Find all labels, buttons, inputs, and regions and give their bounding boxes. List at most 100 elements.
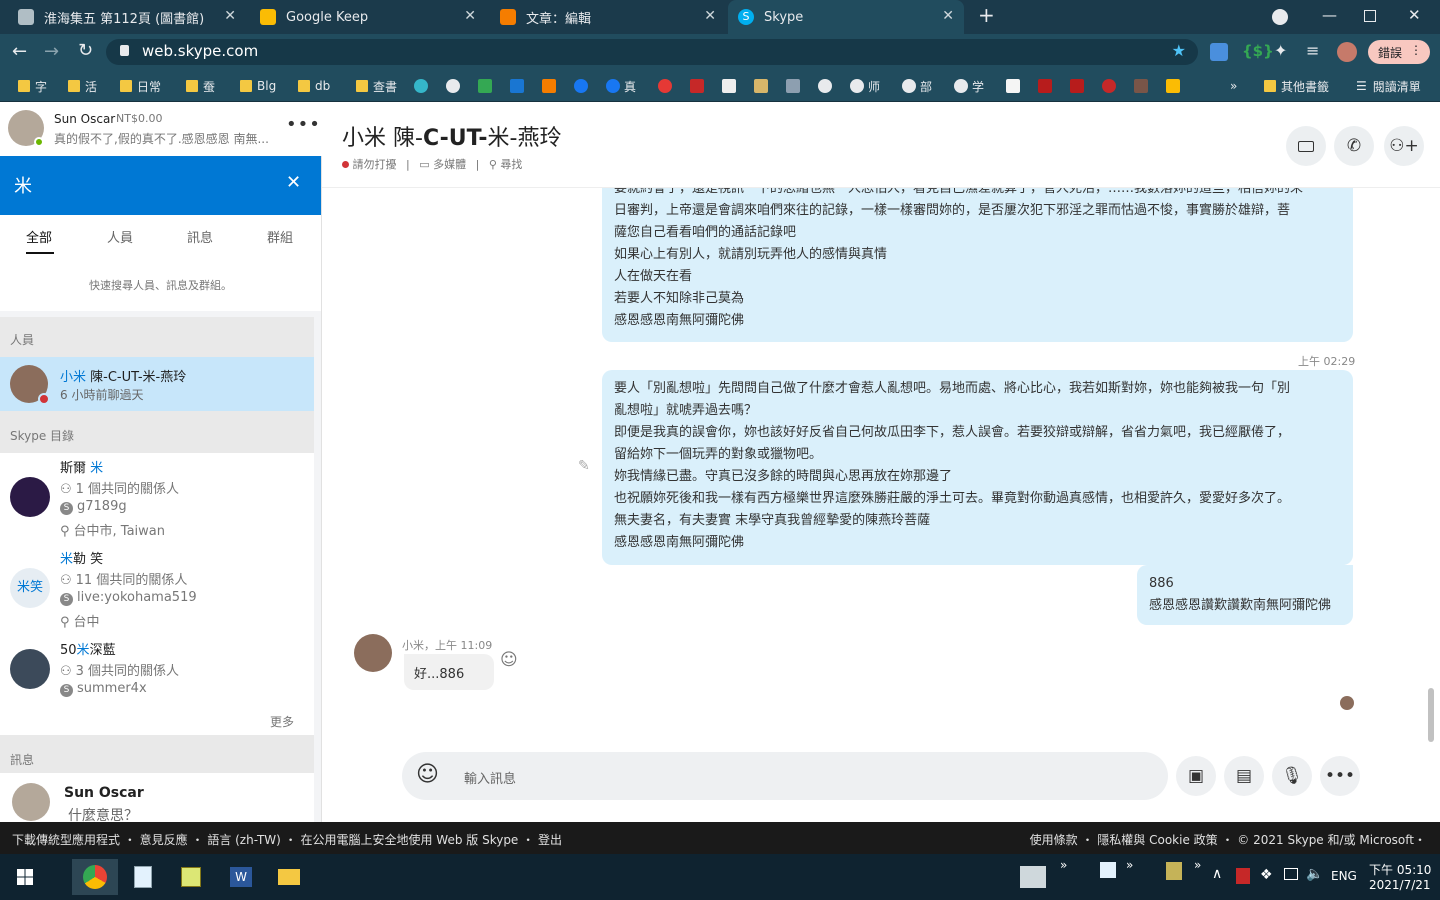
- emoji-icon[interactable]: ☺: [416, 762, 439, 787]
- audio-call-button[interactable]: ✆: [1334, 126, 1374, 166]
- bookmark-site[interactable]: [754, 76, 772, 96]
- bookmark-site[interactable]: [1070, 76, 1088, 96]
- chat-scrollbar[interactable]: [1428, 688, 1434, 742]
- bookmark-site[interactable]: [1134, 76, 1152, 96]
- browser-tab-1[interactable]: 淮海集五 第112頁 (圖書館) - 中國 ✕: [8, 0, 246, 34]
- download-app-link[interactable]: 下載傳統型應用程式: [12, 833, 120, 847]
- network-icon[interactable]: [1284, 868, 1298, 880]
- tray-app-icon[interactable]: [1236, 868, 1250, 884]
- taskbar-explorer[interactable]: [266, 859, 312, 895]
- sent-message-bubble[interactable]: 要人「別亂想啦」先問問自己做了什麼才會惹人亂想吧。易地而處、將心比心，我若如斯對…: [602, 370, 1353, 565]
- address-bar[interactable]: web.skype.com ★: [106, 39, 1198, 65]
- tab-search-icon[interactable]: [1272, 9, 1288, 25]
- taskbar-notepad[interactable]: [120, 859, 166, 895]
- tab-messages[interactable]: 訊息: [187, 227, 213, 246]
- share-media-button[interactable]: ▣: [1176, 756, 1216, 796]
- bookmark-site[interactable]: [658, 76, 676, 96]
- dropbox-icon[interactable]: ❖: [1260, 867, 1273, 883]
- bookmark-site[interactable]: [478, 76, 496, 96]
- browser-tab-3[interactable]: 文章：編輯 ✕: [490, 0, 726, 34]
- directory-item[interactable]: 米笑 米勒 笑 ⚇ 11 個共同的關係人 Slive:yokohama519 ⚲ 台…: [0, 544, 314, 634]
- bookmark-folder[interactable]: db: [298, 76, 330, 96]
- received-message-bubble[interactable]: 好...886: [404, 654, 494, 690]
- feedback-link[interactable]: 意見反應: [140, 833, 188, 847]
- media-control-icon[interactable]: ≡: [1306, 41, 1319, 60]
- bookmark-site[interactable]: [786, 76, 804, 96]
- bookmark-star-icon[interactable]: ★: [1172, 41, 1186, 60]
- tray-app-icon[interactable]: [1166, 862, 1182, 880]
- avatar[interactable]: [354, 634, 392, 672]
- minimize-icon[interactable]: —: [1322, 6, 1337, 24]
- profile-error-button[interactable]: 錯誤 ⋮: [1368, 40, 1430, 64]
- language-link[interactable]: 語言 (zh-TW): [207, 833, 281, 847]
- bookmark-site[interactable]: 师: [850, 76, 880, 96]
- browser-tab-skype[interactable]: S Skype ✕: [728, 0, 964, 34]
- compose-box[interactable]: ☺ 輸入訊息: [402, 752, 1168, 800]
- close-tab-icon[interactable]: ✕: [464, 8, 476, 24]
- contact-item-selected[interactable]: 小米 陳-C-UT-米-燕玲 6 小時前聊過天: [0, 357, 314, 411]
- profile-avatar-icon[interactable]: [1337, 42, 1357, 62]
- forward-icon[interactable]: →: [44, 41, 59, 62]
- tray-expand-icon[interactable]: »: [1194, 858, 1201, 872]
- message-input[interactable]: 輸入訊息: [464, 768, 516, 787]
- terms-link[interactable]: 使用條款: [1030, 833, 1078, 847]
- bookmark-folder[interactable]: 查書: [356, 76, 397, 96]
- more-bookmarks-icon[interactable]: »: [1230, 76, 1237, 96]
- chat-title[interactable]: 小米 陳-C-UT-米-燕玲: [342, 120, 561, 152]
- bookmark-site[interactable]: [510, 76, 528, 96]
- bookmark-site[interactable]: [1038, 76, 1056, 96]
- close-window-icon[interactable]: ✕: [1408, 6, 1421, 24]
- sent-message-bubble[interactable]: 886 感恩感恩讚歎讚歎南無阿彌陀佛: [1137, 565, 1353, 625]
- profile-header[interactable]: Sun Oscar NT$0.00 真的假不了,假的真不了.感恩感恩 南無...…: [0, 102, 322, 156]
- tab-all[interactable]: 全部: [26, 227, 52, 246]
- taskbar-chart-app[interactable]: [168, 859, 214, 895]
- reading-list[interactable]: ☰ 閱讀清單: [1356, 76, 1421, 96]
- clock-time[interactable]: 下午 05:10: [1369, 861, 1431, 878]
- more-actions-button[interactable]: •••: [1320, 756, 1360, 796]
- taskbar-word[interactable]: W: [218, 859, 264, 895]
- bookmark-site[interactable]: 真: [606, 76, 636, 96]
- video-call-button[interactable]: [1286, 126, 1326, 166]
- tray-expand-icon[interactable]: »: [1060, 858, 1067, 872]
- translate-extension-icon[interactable]: [1210, 43, 1228, 61]
- directory-item[interactable]: 斯爾 米 ⚇ 1 個共同的關係人 Sg7189g ⚲ 台中市, Taiwan: [0, 453, 314, 543]
- safety-link[interactable]: 在公用電腦上安全地使用 Web 版 Skype: [300, 833, 518, 847]
- clock-date[interactable]: 2021/7/21: [1369, 878, 1431, 892]
- bookmark-site[interactable]: [818, 76, 836, 96]
- show-hidden-icons[interactable]: ∧: [1212, 866, 1222, 882]
- volume-icon[interactable]: 🔈: [1306, 866, 1323, 882]
- bookmark-site[interactable]: [1102, 76, 1120, 96]
- tab-groups[interactable]: 群組: [267, 227, 293, 246]
- tray-app-icon[interactable]: [1020, 866, 1046, 888]
- record-audio-button[interactable]: 🎙: [1272, 756, 1312, 796]
- bookmark-site[interactable]: [414, 76, 432, 96]
- bookmark-site[interactable]: [574, 76, 592, 96]
- close-tab-icon[interactable]: ✕: [704, 8, 716, 24]
- more-options-icon[interactable]: •••: [286, 114, 321, 135]
- reload-icon[interactable]: ↻: [78, 40, 93, 61]
- directory-item[interactable]: 50米深藍 ⚇ 3 個共同的關係人 Ssummer4x: [0, 635, 314, 705]
- message-result-item[interactable]: Sun Oscar 什麼意思？: [0, 773, 314, 824]
- privacy-link[interactable]: 隱私權與 Cookie 政策: [1097, 833, 1217, 847]
- bookmark-site[interactable]: [542, 76, 560, 96]
- extensions-puzzle-icon[interactable]: ✦: [1274, 41, 1287, 60]
- bookmark-site[interactable]: [446, 76, 464, 96]
- tab-people[interactable]: 人員: [107, 227, 133, 246]
- bookmark-folder[interactable]: 活: [68, 76, 97, 96]
- media-link[interactable]: 多媒體: [433, 158, 466, 171]
- bookmark-folder[interactable]: 字: [18, 76, 47, 96]
- browser-tab-2[interactable]: Google Keep ✕: [250, 0, 486, 34]
- bookmark-site[interactable]: 学: [954, 76, 984, 96]
- sign-out-link[interactable]: 登出: [538, 833, 562, 847]
- more-link[interactable]: 更多: [270, 713, 294, 730]
- bookmark-folder[interactable]: 日常: [120, 76, 161, 96]
- maximize-icon[interactable]: [1364, 10, 1376, 22]
- bookmark-site[interactable]: [722, 76, 740, 96]
- menu-dots-icon[interactable]: ⋮: [1410, 43, 1422, 57]
- taskbar-chrome[interactable]: [72, 859, 118, 895]
- bookmark-site[interactable]: [1006, 76, 1024, 96]
- bookmark-folder[interactable]: Blg: [240, 76, 276, 96]
- add-reaction-icon[interactable]: ☺: [500, 650, 518, 670]
- tray-app-icon[interactable]: [1100, 862, 1116, 878]
- find-link[interactable]: 尋找: [500, 158, 522, 171]
